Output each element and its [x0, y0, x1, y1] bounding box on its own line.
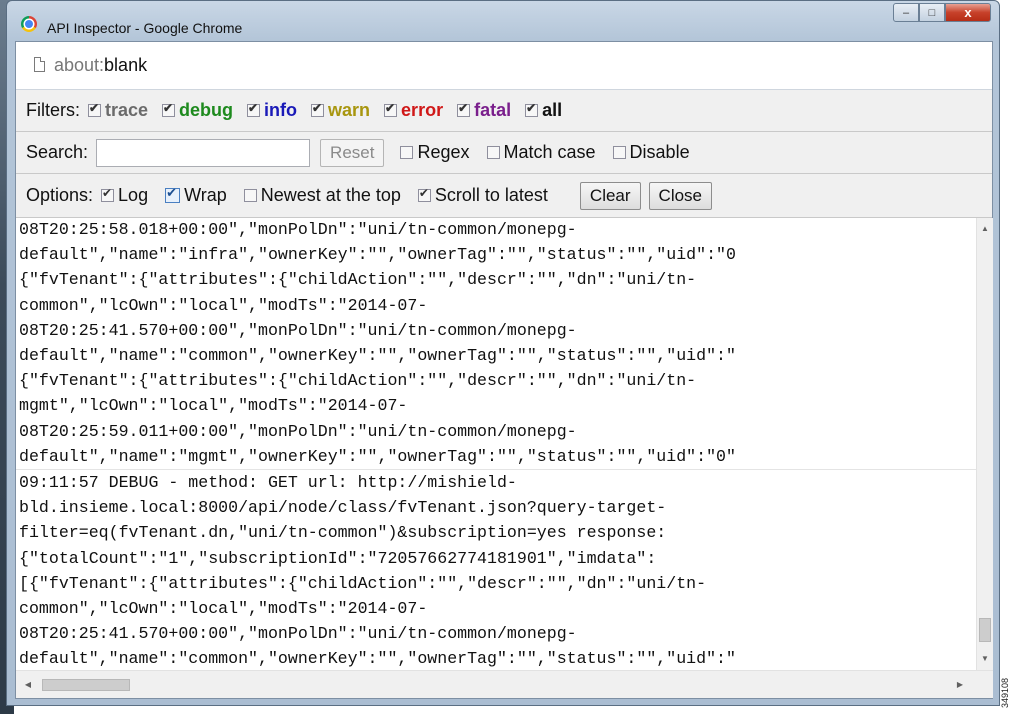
- scroll-latest-option[interactable]: Scroll to latest: [417, 185, 548, 206]
- page-icon: [34, 57, 45, 72]
- filter-error-label: error: [401, 100, 444, 120]
- chrome-icon: [21, 16, 37, 32]
- browser-content: about:blank Filters: trace debug info warn e…: [15, 41, 993, 699]
- url-prefix: about:: [54, 55, 105, 75]
- filter-error-checkbox[interactable]: [384, 101, 398, 117]
- scroll-up-icon[interactable]: ▲: [977, 220, 993, 237]
- filter-info-label: info: [264, 100, 298, 120]
- match-case-checkbox[interactable]: [486, 146, 500, 159]
- clear-button[interactable]: Clear: [579, 181, 641, 210]
- filter-fatal-label: fatal: [474, 100, 512, 120]
- options-label: Options:: [26, 185, 94, 205]
- regex-checkbox[interactable]: [400, 146, 414, 159]
- filter-trace-checkbox[interactable]: [88, 101, 101, 117]
- filter-warn-label: warn: [328, 100, 371, 120]
- search-input[interactable]: [96, 138, 311, 167]
- match-case-option[interactable]: Match case: [486, 142, 596, 163]
- figure-id: 349108: [1000, 677, 1010, 708]
- search-bar: Search: Reset Regex Match case Disable: [16, 132, 992, 174]
- filter-info-checkbox[interactable]: [247, 101, 261, 117]
- scroll-latest-label: Scroll to latest: [434, 185, 548, 205]
- filter-all[interactable]: all: [525, 100, 562, 121]
- filter-trace[interactable]: trace: [88, 100, 148, 121]
- filter-debug-label: debug: [179, 100, 234, 120]
- regex-label: Regex: [417, 142, 470, 162]
- filter-trace-label: trace: [105, 100, 149, 120]
- filters-label: Filters:: [26, 100, 80, 120]
- filters-bar: Filters: trace debug info warn error fatal all: [16, 90, 992, 132]
- horizontal-scroll-thumb[interactable]: [42, 679, 130, 691]
- log-option[interactable]: Log: [101, 185, 148, 206]
- newest-option[interactable]: Newest at the top: [243, 185, 401, 206]
- url-text[interactable]: about:blank: [54, 55, 147, 76]
- log-checkbox[interactable]: [101, 186, 115, 202]
- log-output[interactable]: 08T20:25:58.018+00:00","monPolDn":"uni/t…: [16, 218, 976, 670]
- close-window-button[interactable]: x: [945, 3, 991, 22]
- page-margin: [1002, 0, 1015, 714]
- scroll-latest-checkbox[interactable]: [417, 186, 431, 202]
- scroll-down-icon[interactable]: ▼: [977, 650, 993, 667]
- window-controls: – □ x: [893, 3, 991, 22]
- window-title: API Inspector - Google Chrome: [47, 20, 243, 36]
- browser-window: API Inspector - Google Chrome – □ x abou…: [6, 0, 1000, 706]
- search-label: Search:: [26, 142, 89, 162]
- vertical-scroll-thumb[interactable]: [979, 618, 991, 642]
- title-bar[interactable]: API Inspector - Google Chrome – □ x: [7, 1, 999, 41]
- close-button[interactable]: Close: [648, 181, 713, 210]
- filter-debug-checkbox[interactable]: [162, 101, 176, 117]
- newest-checkbox[interactable]: [243, 189, 257, 202]
- filter-warn[interactable]: warn: [311, 100, 370, 121]
- scroll-left-icon[interactable]: ◀: [20, 676, 36, 692]
- wrap-checkbox[interactable]: [165, 185, 181, 203]
- wrap-option[interactable]: Wrap: [165, 185, 227, 206]
- reset-button[interactable]: Reset: [320, 138, 385, 167]
- scroll-right-icon[interactable]: ▶: [952, 676, 968, 692]
- filter-fatal[interactable]: fatal: [457, 100, 511, 121]
- vertical-scrollbar[interactable]: ▲ ▼: [976, 218, 993, 670]
- log-label: Log: [118, 185, 149, 205]
- filter-fatal-checkbox[interactable]: [457, 101, 471, 117]
- filter-debug[interactable]: debug: [162, 100, 233, 121]
- horizontal-scrollbar[interactable]: ◀ ▶: [16, 670, 993, 698]
- maximize-button[interactable]: □: [919, 3, 945, 22]
- wrap-label: Wrap: [184, 185, 227, 205]
- filter-error[interactable]: error: [384, 100, 443, 121]
- disable-checkbox[interactable]: [612, 146, 626, 159]
- url-page: blank: [104, 55, 148, 75]
- minimize-button[interactable]: –: [893, 3, 919, 22]
- filter-info[interactable]: info: [247, 100, 297, 121]
- regex-option[interactable]: Regex: [400, 142, 470, 163]
- newest-label: Newest at the top: [260, 185, 401, 205]
- options-bar: Options: Log Wrap Newest at the top Scro…: [16, 174, 992, 218]
- disable-label: Disable: [629, 142, 690, 162]
- match-case-label: Match case: [503, 142, 596, 162]
- filter-all-checkbox[interactable]: [525, 101, 539, 117]
- disable-option[interactable]: Disable: [612, 142, 690, 163]
- log-entry: 08T20:25:58.018+00:00","monPolDn":"uni/t…: [16, 218, 976, 471]
- filter-all-label: all: [542, 100, 563, 120]
- log-entry: 09:11:57 DEBUG - method: GET url: http:/…: [16, 470, 976, 670]
- address-bar[interactable]: about:blank: [16, 42, 992, 90]
- filter-warn-checkbox[interactable]: [311, 101, 325, 117]
